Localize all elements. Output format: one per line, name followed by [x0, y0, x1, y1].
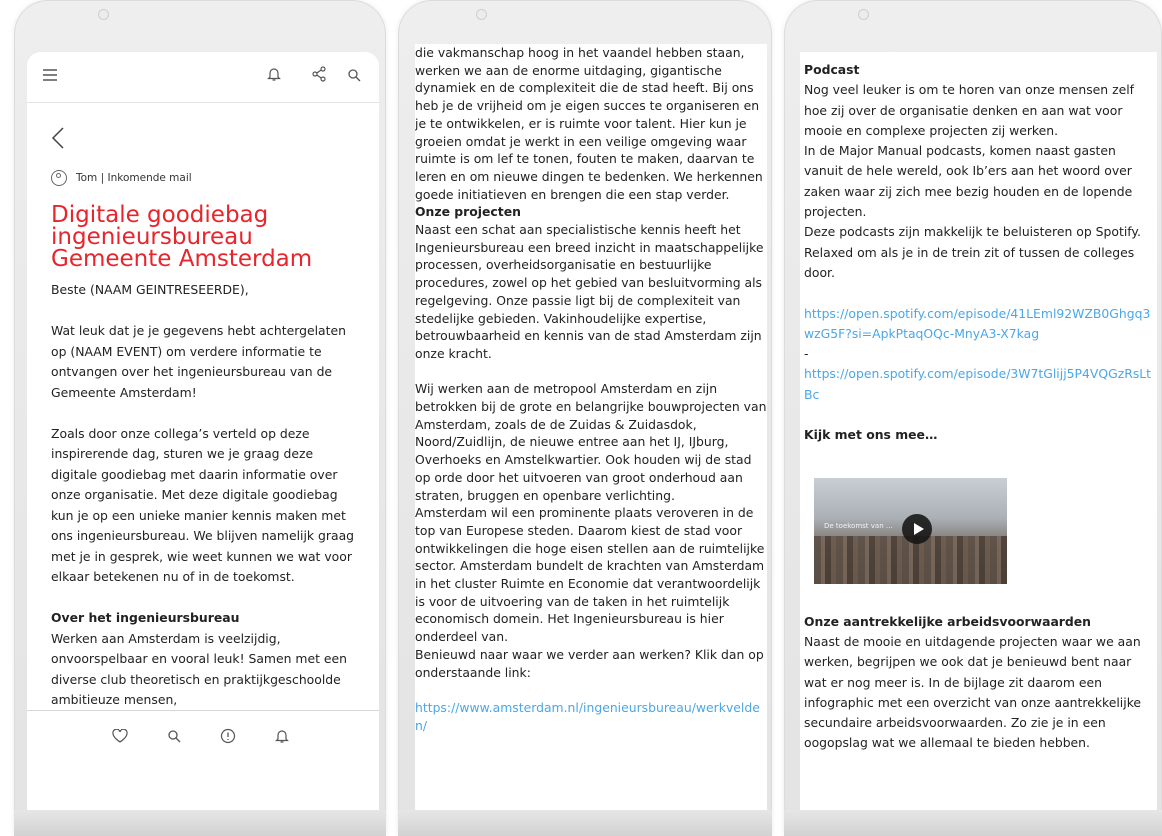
video-caption: De toekomst van …: [824, 522, 893, 530]
projects-link[interactable]: https://www.amsterdam.nl/ingenieursburea…: [415, 699, 767, 734]
section-heading: Over het ingenieursbureau: [51, 610, 240, 625]
paragraph: Werken aan Amsterdam is veelzijdig, onvo…: [51, 630, 348, 708]
city-skyline-image: [814, 536, 1007, 584]
paragraph: Naast een schat aan specialistische kenn…: [415, 222, 764, 361]
paragraph: Nog veel leuker is om te horen van onze …: [804, 82, 1135, 138]
paragraph: Benieuwd naar waar we verder aan werken?…: [415, 646, 764, 680]
email-subject: Digitale goodiebag ingenieursbureau Geme…: [51, 202, 313, 272]
phone-frame-3: Podcast Nog veel leuker is om te horen v…: [784, 0, 1162, 836]
section-heading: Onze aantrekkelijke arbeidsvoorwaarden: [804, 613, 1092, 629]
heart-icon[interactable]: [110, 728, 130, 748]
info-icon[interactable]: [218, 728, 238, 748]
paragraph: Deze podcasts zijn makkelijk te beluiste…: [804, 224, 1141, 280]
share-icon[interactable]: [308, 66, 330, 88]
sender-label: Tom | Inkomende mail: [76, 172, 192, 184]
paragraph: Naast de mooie en uitdagende projecten w…: [804, 633, 1142, 751]
top-app-bar: [27, 52, 379, 103]
section-heading: Onze projecten: [415, 204, 521, 220]
camera-dot: [476, 9, 487, 20]
email-screen-scrolled: die vakmanschap hoog in het vaandel hebb…: [415, 44, 767, 814]
hamburger-icon[interactable]: [39, 66, 61, 88]
bell-icon[interactable]: [263, 66, 285, 88]
search-icon[interactable]: [164, 728, 184, 748]
email-screen: Tom | Inkomende mail Digitale goodiebag …: [27, 52, 379, 812]
phone-bezel-bottom: [398, 810, 772, 836]
chevron-left-icon: [51, 127, 64, 149]
phone-frame-1: Tom | Inkomende mail Digitale goodiebag …: [14, 0, 386, 836]
phone-frame-2: die vakmanschap hoog in het vaandel hebb…: [398, 0, 772, 836]
spotify-link-2[interactable]: https://open.spotify.com/episode/3W7tGli…: [804, 364, 1156, 405]
play-icon[interactable]: [902, 514, 932, 544]
paragraph: Wat leuk dat je je gegevens hebt achterg…: [51, 323, 346, 400]
camera-dot: [98, 9, 109, 20]
back-button[interactable]: [51, 126, 65, 154]
sender-row: Tom | Inkomende mail: [51, 170, 192, 186]
camera-dot: [858, 9, 869, 20]
spotify-link-1[interactable]: https://open.spotify.com/episode/41LEml9…: [804, 304, 1156, 345]
phone-bezel-bottom: [784, 810, 1162, 836]
email-screen-scrolled: Podcast Nog veel leuker is om te horen v…: [800, 52, 1157, 814]
paragraph: die vakmanschap hoog in het vaandel hebb…: [415, 45, 763, 202]
bottom-nav-bar: [27, 710, 379, 765]
paragraph: In de Major Manual podcasts, komen naast…: [804, 143, 1133, 220]
link-separator: -: [804, 346, 809, 362]
bell-icon[interactable]: [272, 728, 292, 748]
video-thumbnail[interactable]: De toekomst van …: [814, 478, 1007, 584]
paragraph: Zoals door onze collega’s verteld op dez…: [51, 425, 355, 585]
email-body: Beste (NAAM GEINTRESEERDE), Wat leuk dat…: [51, 280, 356, 711]
phone-bezel-bottom: [14, 810, 386, 836]
paragraph: Amsterdam wil een prominente plaats vero…: [415, 505, 765, 645]
email-body: die vakmanschap hoog in het vaandel hebb…: [415, 44, 767, 734]
section-heading: Podcast: [804, 62, 860, 77]
greeting: Beste (NAAM GEINTRESEERDE),: [51, 282, 249, 297]
avatar: [51, 170, 67, 186]
email-body: Podcast Nog veel leuker is om te horen v…: [804, 60, 1156, 754]
paragraph: Wij werken aan de metropool Amsterdam en…: [415, 381, 767, 503]
search-icon[interactable]: [343, 66, 365, 88]
section-heading: Kijk met ons mee…: [804, 427, 938, 443]
